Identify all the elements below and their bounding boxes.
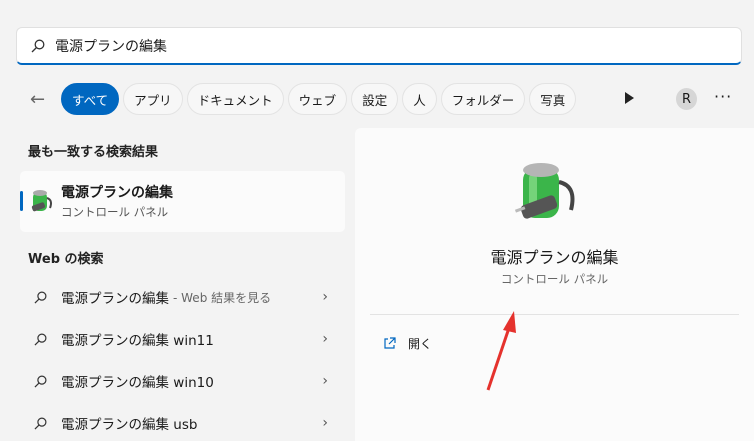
annotation-arrow bbox=[486, 311, 516, 391]
